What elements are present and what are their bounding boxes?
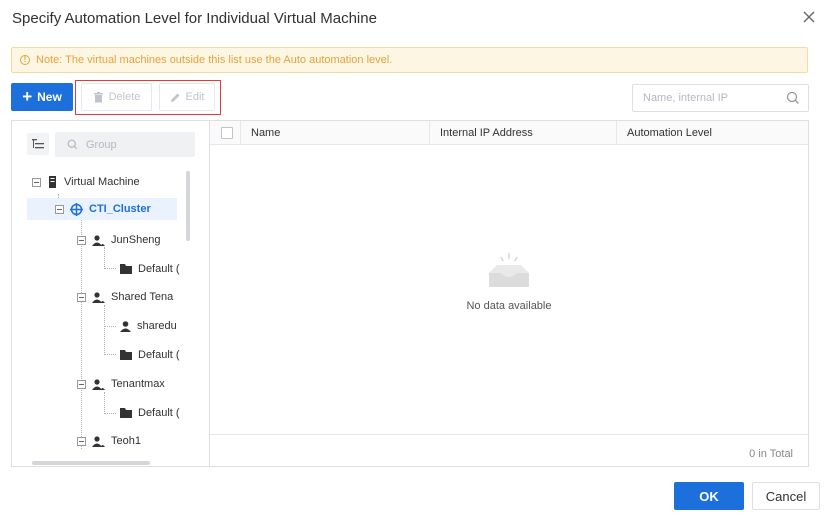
group-search-input[interactable] bbox=[86, 138, 176, 151]
table-footer: 0 in Total bbox=[210, 434, 808, 467]
new-button-label: New bbox=[37, 90, 62, 104]
tree-node-cti-cluster[interactable]: CTI_Cluster bbox=[27, 198, 177, 220]
plus-icon: + bbox=[22, 87, 33, 106]
tree-node-label: Shared Tena bbox=[111, 291, 174, 303]
tree-node-default[interactable]: Default ( bbox=[120, 344, 180, 366]
tree-node-label: Tenantmax bbox=[111, 378, 165, 390]
collapse-toggle-icon[interactable] bbox=[77, 379, 86, 389]
empty-state: No data available bbox=[210, 251, 808, 312]
tree-node-label: Default ( bbox=[138, 263, 180, 275]
tree-node-teoh1[interactable]: Teoh1 bbox=[77, 430, 141, 452]
cluster-icon bbox=[70, 202, 83, 216]
tree-connector bbox=[104, 305, 105, 355]
tree-node-label: Teoh1 bbox=[111, 435, 141, 447]
trash-icon bbox=[93, 91, 103, 102]
tree-node-default[interactable]: Default ( bbox=[120, 258, 180, 280]
tree-node-label: CTI_Cluster bbox=[89, 203, 151, 215]
tree-node-virtual-machine[interactable]: Virtual Machine bbox=[32, 171, 140, 193]
warning-icon: ! bbox=[20, 55, 30, 65]
user-icon bbox=[120, 320, 131, 332]
close-icon[interactable] bbox=[802, 10, 816, 24]
folder-icon bbox=[120, 408, 132, 418]
tree-connector bbox=[104, 392, 105, 414]
tree-node-label: sharedu bbox=[137, 320, 177, 332]
empty-text: No data available bbox=[466, 300, 552, 312]
vm-table: Name Internal IP Address Automation Leve… bbox=[209, 120, 809, 467]
users-icon bbox=[92, 291, 105, 303]
tree-collapse-button[interactable] bbox=[27, 133, 49, 155]
collapse-toggle-icon[interactable] bbox=[77, 292, 86, 302]
tree-connector bbox=[104, 326, 116, 327]
tree-connector bbox=[104, 354, 116, 355]
delete-button[interactable]: Delete bbox=[81, 83, 152, 111]
cancel-button[interactable]: Cancel bbox=[752, 482, 820, 510]
note-text: Note: The virtual machines outside this … bbox=[36, 54, 393, 66]
folder-icon bbox=[120, 264, 132, 274]
tree-node-label: JunSheng bbox=[111, 234, 161, 246]
users-icon bbox=[92, 234, 105, 246]
group-search[interactable] bbox=[55, 132, 195, 157]
tree-node-tenantmax[interactable]: Tenantmax bbox=[77, 373, 165, 395]
column-header-name[interactable]: Name bbox=[240, 121, 430, 145]
column-header-ip[interactable]: Internal IP Address bbox=[429, 121, 617, 145]
delete-button-label: Delete bbox=[108, 91, 141, 103]
tree-node-label: Default ( bbox=[138, 407, 180, 419]
tree-vertical-scrollbar[interactable] bbox=[186, 171, 190, 241]
search-icon[interactable] bbox=[786, 91, 800, 105]
dialog-title: Specify Automation Level for Individual … bbox=[12, 10, 377, 27]
users-icon bbox=[92, 435, 105, 447]
search-input[interactable] bbox=[643, 92, 783, 104]
search-icon bbox=[67, 139, 78, 150]
tree-list-icon bbox=[32, 139, 44, 149]
tree-node-shared-user[interactable]: sharedu bbox=[120, 315, 177, 337]
tree-node-junsheng[interactable]: JunSheng bbox=[77, 229, 161, 251]
total-count: 0 in Total bbox=[749, 448, 793, 460]
empty-inbox-icon bbox=[489, 253, 529, 287]
edit-button[interactable]: Edit bbox=[159, 83, 215, 111]
tree-connector bbox=[81, 219, 82, 449]
column-header-automation-level[interactable]: Automation Level bbox=[616, 121, 808, 145]
collapse-toggle-icon[interactable] bbox=[55, 204, 64, 214]
new-button[interactable]: + New bbox=[11, 83, 73, 111]
server-icon bbox=[49, 176, 56, 188]
collapse-toggle-icon[interactable] bbox=[77, 235, 86, 245]
tree-node-label: Default ( bbox=[138, 349, 180, 361]
tree-connector bbox=[104, 268, 116, 269]
collapse-toggle-icon[interactable] bbox=[32, 177, 41, 187]
tree-horizontal-scrollbar[interactable] bbox=[32, 461, 150, 465]
tree-node-shared-tenant[interactable]: Shared Tena bbox=[77, 286, 173, 308]
select-all-checkbox[interactable] bbox=[221, 127, 233, 139]
group-tree-panel: Virtual Machine CTI_Cluster JunSheng Def… bbox=[11, 120, 209, 467]
users-icon bbox=[92, 378, 105, 390]
tree-node-default[interactable]: Default ( bbox=[120, 402, 180, 424]
edit-button-label: Edit bbox=[185, 91, 205, 103]
collapse-toggle-icon[interactable] bbox=[77, 436, 86, 446]
tree-connector bbox=[104, 413, 116, 414]
tree-node-label: Virtual Machine bbox=[64, 176, 140, 188]
table-header: Name Internal IP Address Automation Leve… bbox=[210, 121, 808, 145]
automation-level-dialog: Specify Automation Level for Individual … bbox=[0, 0, 830, 521]
ok-button[interactable]: OK bbox=[674, 482, 744, 510]
pencil-icon bbox=[170, 93, 180, 102]
folder-icon bbox=[120, 350, 132, 360]
search-box[interactable] bbox=[632, 84, 809, 112]
note-banner: ! Note: The virtual machines outside thi… bbox=[11, 47, 808, 73]
